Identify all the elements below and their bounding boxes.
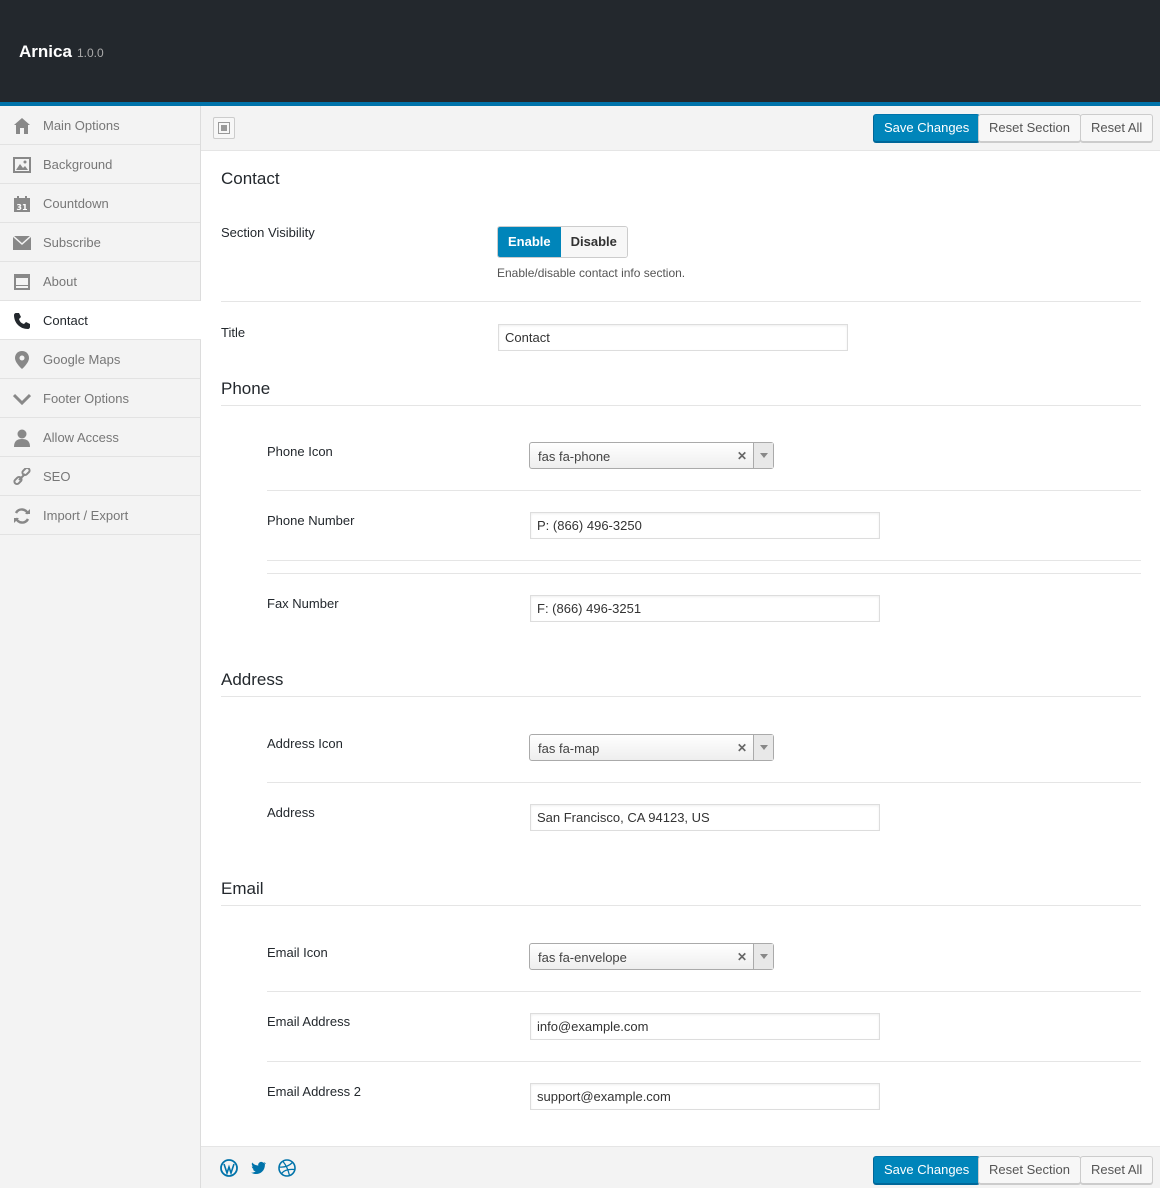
save-changes-button[interactable]: Save Changes [873, 1156, 981, 1184]
home-icon [12, 116, 32, 136]
address-heading: Address [221, 670, 284, 689]
sidebar-item-label: SEO [43, 469, 71, 484]
sidebar-item-import-export[interactable]: Import / Export [0, 496, 200, 535]
address-icon-select[interactable]: fas fa-map ✕ [529, 734, 774, 761]
dribbble-icon[interactable] [278, 1159, 296, 1177]
sidebar: Main Options Background 31 Countdown Sub… [0, 106, 201, 1188]
section-visibility-label: Section Visibility [221, 225, 315, 240]
options-panel: Contact Section Visibility Enable Disabl… [201, 151, 1160, 1146]
address-icon-label: Address Icon [267, 736, 343, 751]
top-bar: Arnica 1.0.0 [0, 0, 1160, 106]
fax-number-label: Fax Number [267, 596, 339, 611]
disable-option[interactable]: Disable [560, 227, 627, 257]
divider [221, 301, 1141, 302]
reset-all-button[interactable]: Reset All [1080, 114, 1154, 142]
page-title: Contact [221, 169, 280, 188]
envelope-icon [12, 233, 32, 253]
dropdown-arrow-icon[interactable] [753, 443, 773, 468]
select-value: fas fa-map [538, 741, 600, 756]
sidebar-item-label: Main Options [43, 118, 120, 133]
sidebar-item-footer-options[interactable]: Footer Options [0, 379, 200, 418]
email-address-input[interactable] [530, 1013, 880, 1040]
sidebar-item-countdown[interactable]: 31 Countdown [0, 184, 200, 223]
image-icon [12, 155, 32, 175]
sidebar-item-contact[interactable]: Contact [0, 301, 201, 340]
window-icon [12, 272, 32, 292]
save-changes-button[interactable]: Save Changes [873, 114, 981, 142]
email-icon-label: Email Icon [267, 945, 328, 960]
email-address-2-input[interactable] [530, 1083, 880, 1110]
phone-heading: Phone [221, 379, 271, 398]
email-address-2-label: Email Address 2 [267, 1084, 361, 1099]
expand-options-button[interactable] [213, 117, 235, 139]
sidebar-item-label: Google Maps [43, 352, 121, 367]
app-name: Arnica [19, 42, 72, 61]
app-version: 1.0.0 [77, 46, 104, 60]
phone-icon-select[interactable]: fas fa-phone ✕ [529, 442, 774, 469]
divider [267, 782, 1141, 783]
phone-icon-label: Phone Icon [267, 444, 333, 459]
sidebar-item-label: Allow Access [43, 430, 119, 445]
divider [221, 696, 1141, 697]
dropdown-arrow-icon[interactable] [753, 944, 773, 969]
top-toolbar: Save Changes Reset Section Reset All [201, 106, 1160, 151]
clear-icon[interactable]: ✕ [737, 950, 747, 964]
email-icon-select[interactable]: fas fa-envelope ✕ [529, 943, 774, 970]
sidebar-item-label: Subscribe [43, 235, 101, 250]
address-input[interactable] [530, 804, 880, 831]
sidebar-item-label: Countdown [43, 196, 109, 211]
sidebar-item-label: Background [43, 157, 113, 172]
divider [267, 490, 1141, 491]
reset-section-button[interactable]: Reset Section [978, 114, 1081, 142]
sidebar-item-subscribe[interactable]: Subscribe [0, 223, 200, 262]
dropdown-arrow-icon[interactable] [753, 735, 773, 760]
phone-number-input[interactable] [530, 512, 880, 539]
enable-option[interactable]: Enable [498, 227, 561, 257]
sidebar-item-label: Footer Options [43, 391, 129, 406]
visibility-description: Enable/disable contact info section. [497, 266, 686, 280]
fax-number-input[interactable] [530, 595, 880, 622]
divider [267, 991, 1141, 992]
sidebar-item-label: Contact [43, 313, 88, 328]
clear-icon[interactable]: ✕ [737, 449, 747, 463]
divider [267, 1061, 1141, 1062]
user-icon [12, 428, 32, 448]
expand-icon [218, 122, 230, 134]
phone-number-label: Phone Number [267, 513, 355, 528]
sidebar-item-about[interactable]: About [0, 262, 200, 301]
visibility-toggle: Enable Disable [497, 226, 628, 258]
divider [221, 405, 1141, 406]
chevron-down-icon [12, 389, 32, 409]
refresh-icon [12, 506, 32, 526]
link-icon [12, 467, 32, 487]
address-label: Address [267, 805, 315, 820]
reset-all-button[interactable]: Reset All [1080, 1156, 1154, 1184]
reset-section-button[interactable]: Reset Section [978, 1156, 1081, 1184]
sidebar-item-seo[interactable]: SEO [0, 457, 200, 496]
email-heading: Email [221, 879, 264, 898]
svg-text:31: 31 [16, 203, 28, 212]
select-value: fas fa-phone [538, 449, 611, 464]
map-pin-icon [12, 350, 32, 370]
divider [267, 573, 1141, 574]
sidebar-item-google-maps[interactable]: Google Maps [0, 340, 200, 379]
title-input[interactable] [498, 324, 848, 351]
wordpress-icon[interactable] [220, 1159, 238, 1177]
sidebar-item-background[interactable]: Background [0, 145, 200, 184]
sidebar-item-label: About [43, 274, 77, 289]
sidebar-item-main-options[interactable]: Main Options [0, 106, 200, 145]
sidebar-item-allow-access[interactable]: Allow Access [0, 418, 200, 457]
clear-icon[interactable]: ✕ [737, 741, 747, 755]
phone-icon [12, 311, 32, 331]
calendar-icon: 31 [12, 194, 32, 214]
sidebar-item-label: Import / Export [43, 508, 129, 523]
title-label: Title [221, 325, 246, 340]
twitter-icon[interactable] [249, 1159, 267, 1177]
bottom-toolbar: Save Changes Reset Section Reset All [201, 1146, 1160, 1188]
email-address-label: Email Address [267, 1014, 351, 1029]
divider [267, 560, 1141, 561]
select-value: fas fa-envelope [538, 950, 627, 965]
divider [221, 905, 1141, 906]
